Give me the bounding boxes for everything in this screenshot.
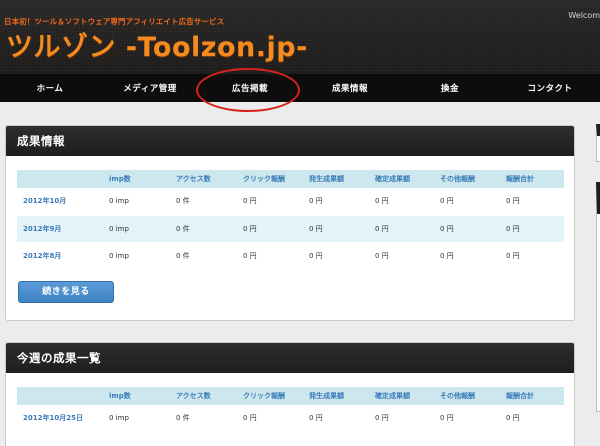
- column-header: クリック報酬: [237, 170, 303, 188]
- nav-home[interactable]: ホーム: [0, 74, 100, 102]
- table-cell: 0 円: [303, 188, 369, 216]
- table-cell: 0 円: [303, 242, 369, 270]
- sidebar-box-main: [596, 182, 600, 412]
- table-cell: 0 件: [170, 215, 237, 243]
- table-cell: 0 円: [500, 405, 564, 433]
- table-row: 2012年10月 0 imp 0 件 0 円 0 円 0 円 0 円 0 円: [17, 188, 564, 216]
- table-cell: 0 imp: [103, 215, 170, 243]
- table-row: 2012年9月 0 imp 0 件 0 円 0 円 0 円 0 円 0 円: [17, 215, 564, 243]
- weekly-results-table: imp数 アクセス数 クリック報酬 発生成果額 確定成果額 その他報酬 報酬合計…: [17, 387, 564, 433]
- column-header: 発生成果額: [303, 170, 369, 188]
- main-nav: ホーム メディア管理 広告掲載 成果情報 換金 コンタクト: [0, 74, 600, 102]
- column-header: その他報酬: [434, 170, 500, 188]
- table-cell: 0 円: [369, 215, 434, 243]
- column-header: imp数: [103, 170, 170, 188]
- table-cell: 0 円: [434, 405, 500, 433]
- nav-ad-placement[interactable]: 広告掲載: [200, 74, 300, 102]
- results-panel-header: 成果情報: [6, 126, 574, 156]
- row-label[interactable]: 2012年10月25日: [17, 405, 103, 433]
- row-label[interactable]: 2012年10月: [17, 188, 103, 216]
- column-header: imp数: [103, 387, 170, 405]
- table-cell: 0 円: [369, 405, 434, 433]
- sidebar-box-top: [596, 124, 600, 162]
- table-cell: 0 imp: [103, 405, 170, 433]
- column-header: 確定成果額: [369, 387, 434, 405]
- table-header-row: imp数 アクセス数 クリック報酬 発生成果額 確定成果額 その他報酬 報酬合計: [17, 387, 564, 405]
- table-cell: 0 円: [369, 242, 434, 270]
- column-header: [17, 170, 103, 188]
- column-header: その他報酬: [434, 387, 500, 405]
- table-cell: 0 件: [170, 188, 237, 216]
- column-header: 確定成果額: [369, 170, 434, 188]
- column-header: [17, 387, 103, 405]
- table-cell: 0 円: [237, 242, 303, 270]
- table-cell: 0 円: [303, 405, 369, 433]
- table-cell: 0 円: [434, 188, 500, 216]
- table-cell: 0 円: [434, 242, 500, 270]
- table-cell: 0 件: [170, 405, 237, 433]
- table-cell: 0 円: [237, 188, 303, 216]
- results-table: imp数 アクセス数 クリック報酬 発生成果額 確定成果額 その他報酬 報酬合計…: [17, 170, 564, 270]
- table-row: 2012年10月25日 0 imp 0 件 0 円 0 円 0 円 0 円 0 …: [17, 405, 564, 433]
- see-more-button[interactable]: 続きを見る: [18, 280, 114, 303]
- table-header-row: imp数 アクセス数 クリック報酬 発生成果額 確定成果額 その他報酬 報酬合計: [17, 170, 564, 188]
- weekly-results-panel-header: 今週の成果一覧: [6, 343, 574, 373]
- site-logo[interactable]: ツルゾン -Toolzon.jp-: [6, 25, 308, 64]
- results-panel-title: 成果情報: [17, 134, 65, 148]
- table-cell: 0 円: [434, 215, 500, 243]
- column-header: 発生成果額: [303, 387, 369, 405]
- welcome-text: Welcom: [568, 11, 600, 20]
- table-cell: 0 円: [500, 188, 564, 216]
- table-cell: 0 円: [303, 215, 369, 243]
- row-label[interactable]: 2012年9月: [17, 215, 103, 243]
- table-row: 2012年8月 0 imp 0 件 0 円 0 円 0 円 0 円 0 円: [17, 242, 564, 270]
- nav-contact[interactable]: コンタクト: [500, 74, 600, 102]
- nav-media-management[interactable]: メディア管理: [100, 74, 200, 102]
- table-cell: 0 件: [170, 242, 237, 270]
- row-label[interactable]: 2012年8月: [17, 242, 103, 270]
- table-cell: 0 円: [237, 215, 303, 243]
- table-cell: 0 円: [500, 215, 564, 243]
- table-cell: 0 imp: [103, 242, 170, 270]
- table-cell: 0 imp: [103, 188, 170, 216]
- table-cell: 0 円: [369, 188, 434, 216]
- column-header: アクセス数: [170, 170, 237, 188]
- nav-results[interactable]: 成果情報: [300, 74, 400, 102]
- column-header: 報酬合計: [500, 387, 564, 405]
- site-header: 日本初！ツール＆ソフトウェア専門アフィリエイト広告サービス ツルゾン -Tool…: [0, 0, 600, 74]
- results-panel: 成果情報 imp数 アクセス数 クリック報酬 発生成果額 確定成果額 その他報酬…: [5, 125, 575, 321]
- weekly-results-panel: 今週の成果一覧 imp数 アクセス数 クリック報酬 発生成果額 確定成果額 その…: [5, 342, 575, 446]
- table-cell: 0 円: [500, 242, 564, 270]
- column-header: クリック報酬: [237, 387, 303, 405]
- weekly-results-panel-title: 今週の成果一覧: [17, 351, 101, 365]
- table-cell: 0 円: [237, 405, 303, 433]
- column-header: 報酬合計: [500, 170, 564, 188]
- nav-exchange[interactable]: 換金: [400, 74, 500, 102]
- column-header: アクセス数: [170, 387, 237, 405]
